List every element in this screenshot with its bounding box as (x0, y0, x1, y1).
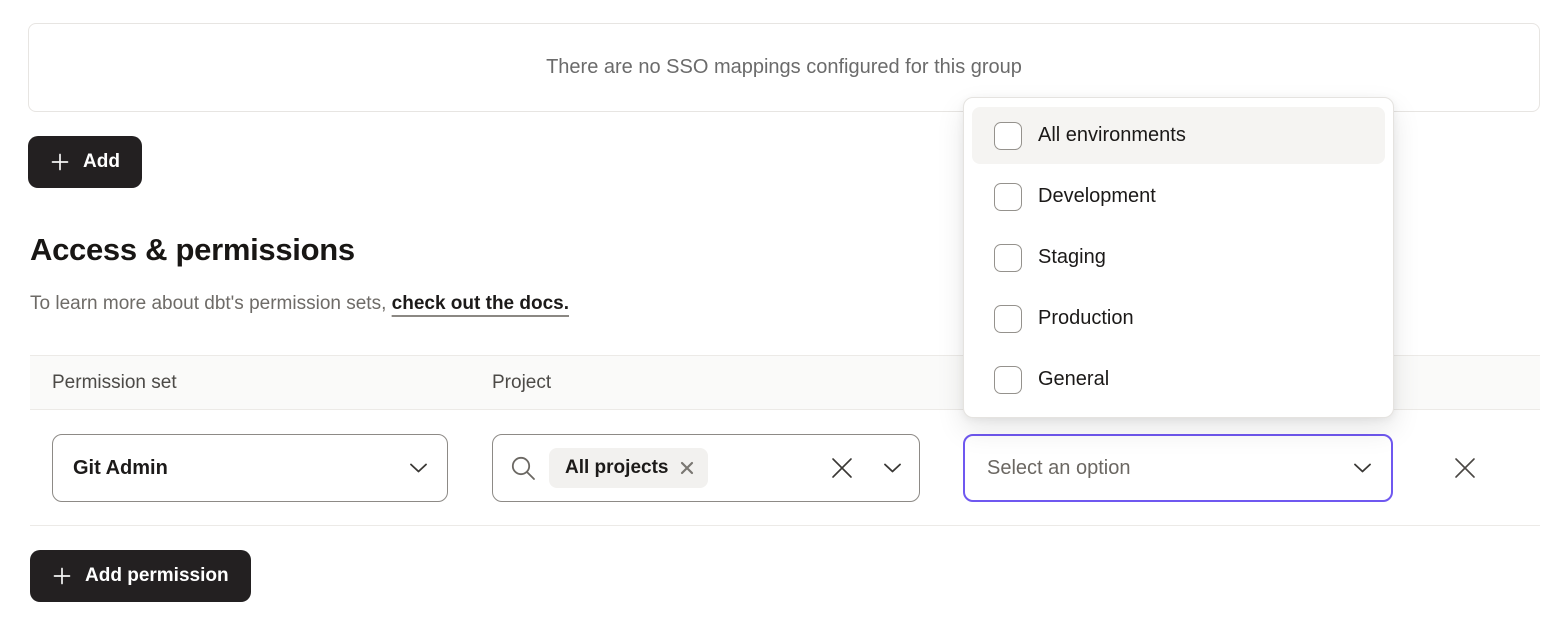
search-icon (509, 454, 537, 482)
row-divider (30, 525, 1540, 526)
plus-icon (52, 566, 72, 586)
remove-permission-row-button[interactable] (1451, 454, 1479, 482)
checkbox-production[interactable] (994, 305, 1022, 333)
permissions-description-text: To learn more about dbt's permission set… (30, 293, 392, 314)
page-title: Access & permissions (30, 232, 355, 268)
add-permission-label: Add permission (85, 565, 229, 587)
permission-set-select[interactable]: Git Admin (52, 434, 448, 502)
project-multiselect[interactable]: All projects (492, 434, 920, 502)
dropdown-option-label: All environments (1038, 124, 1186, 147)
chevron-down-icon (1354, 463, 1371, 473)
environment-select[interactable]: Select an option (963, 434, 1393, 502)
permission-set-value: Git Admin (73, 457, 168, 480)
permissions-description: To learn more about dbt's permission set… (30, 293, 569, 315)
dropdown-option-general[interactable]: General (972, 351, 1385, 408)
checkbox-development[interactable] (994, 183, 1022, 211)
checkbox-all-environments[interactable] (994, 122, 1022, 150)
dropdown-option-all-environments[interactable]: All environments (972, 107, 1385, 164)
add-sso-mapping-button[interactable]: Add (28, 136, 142, 188)
checkbox-general[interactable] (994, 366, 1022, 394)
add-sso-mapping-label: Add (83, 151, 120, 173)
dropdown-option-label: Production (1038, 307, 1134, 330)
dropdown-option-label: Development (1038, 185, 1156, 208)
dropdown-option-staging[interactable]: Staging (972, 229, 1385, 286)
environment-dropdown: All environments Development Staging Pro… (963, 97, 1394, 418)
selected-project-tag-label: All projects (565, 457, 668, 479)
chevron-down-icon (410, 463, 427, 473)
docs-link[interactable]: check out the docs. (392, 293, 569, 314)
dropdown-option-production[interactable]: Production (972, 290, 1385, 347)
group-settings-page: There are no SSO mappings configured for… (0, 0, 1560, 628)
dropdown-option-development[interactable]: Development (972, 168, 1385, 225)
dropdown-option-label: Staging (1038, 246, 1106, 269)
sso-empty-message: There are no SSO mappings configured for… (546, 56, 1022, 79)
selected-project-tag: All projects (549, 448, 708, 488)
environment-select-placeholder: Select an option (987, 457, 1130, 480)
plus-icon (50, 152, 70, 172)
remove-tag-icon[interactable] (680, 461, 694, 475)
column-header-permission-set: Permission set (52, 372, 177, 394)
add-permission-button[interactable]: Add permission (30, 550, 251, 602)
clear-selection-icon[interactable] (830, 456, 854, 480)
column-header-project: Project (492, 372, 551, 394)
dropdown-option-label: General (1038, 368, 1109, 391)
chevron-down-icon (884, 463, 901, 473)
checkbox-staging[interactable] (994, 244, 1022, 272)
